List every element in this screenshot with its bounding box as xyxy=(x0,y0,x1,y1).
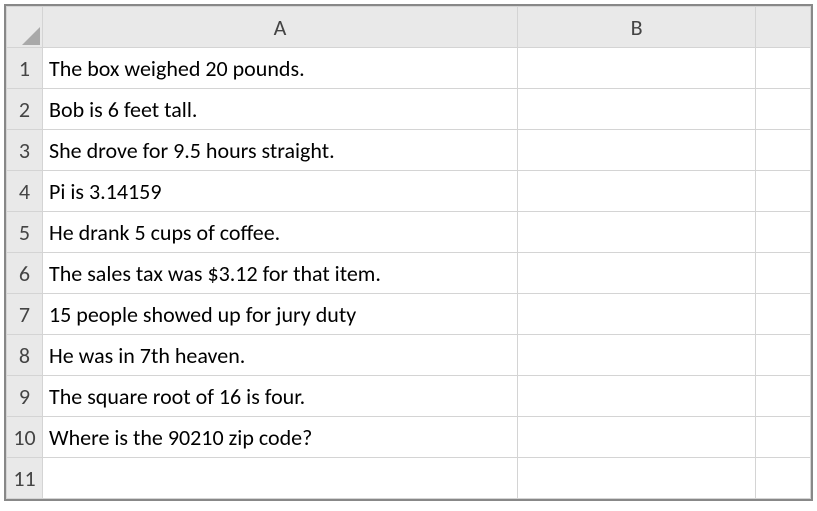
cell-A7[interactable]: 15 people showed up for jury duty xyxy=(43,294,518,335)
cell-C3[interactable] xyxy=(756,130,811,171)
cell-C1[interactable] xyxy=(756,48,811,89)
select-all-corner[interactable] xyxy=(7,7,43,48)
column-header-row: A B xyxy=(7,7,811,48)
table-row: 4 Pi is 3.14159 xyxy=(7,171,811,212)
cell-B6[interactable] xyxy=(517,253,755,294)
table-row: 6 The sales tax was $3.12 for that item. xyxy=(7,253,811,294)
row-header-8[interactable]: 8 xyxy=(7,335,43,376)
cell-A8[interactable]: He was in 7th heaven. xyxy=(43,335,518,376)
cell-C4[interactable] xyxy=(756,171,811,212)
table-row: 7 15 people showed up for jury duty xyxy=(7,294,811,335)
cell-C11[interactable] xyxy=(756,458,811,499)
cell-B2[interactable] xyxy=(517,89,755,130)
cell-A10[interactable]: Where is the 90210 zip code? xyxy=(43,417,518,458)
table-row: 1 The box weighed 20 pounds. xyxy=(7,48,811,89)
cell-C2[interactable] xyxy=(756,89,811,130)
cell-A5[interactable]: He drank 5 cups of coffee. xyxy=(43,212,518,253)
grid: A B 1 The box weighed 20 pounds. 2 Bob i… xyxy=(6,6,811,499)
cell-B4[interactable] xyxy=(517,171,755,212)
cell-C5[interactable] xyxy=(756,212,811,253)
cell-A2[interactable]: Bob is 6 feet tall. xyxy=(43,89,518,130)
table-row: 9 The square root of 16 is four. xyxy=(7,376,811,417)
cell-A6[interactable]: The sales tax was $3.12 for that item. xyxy=(43,253,518,294)
cell-B7[interactable] xyxy=(517,294,755,335)
cell-B5[interactable] xyxy=(517,212,755,253)
cell-C10[interactable] xyxy=(756,417,811,458)
table-row: 8 He was in 7th heaven. xyxy=(7,335,811,376)
row-header-1[interactable]: 1 xyxy=(7,48,43,89)
row-header-11[interactable]: 11 xyxy=(7,458,43,499)
row-header-9[interactable]: 9 xyxy=(7,376,43,417)
table-row: 11 xyxy=(7,458,811,499)
cell-B1[interactable] xyxy=(517,48,755,89)
cell-A11[interactable] xyxy=(43,458,518,499)
cell-B9[interactable] xyxy=(517,376,755,417)
row-header-2[interactable]: 2 xyxy=(7,89,43,130)
row-header-10[interactable]: 10 xyxy=(7,417,43,458)
cell-C8[interactable] xyxy=(756,335,811,376)
table-row: 5 He drank 5 cups of coffee. xyxy=(7,212,811,253)
cell-B3[interactable] xyxy=(517,130,755,171)
cell-C7[interactable] xyxy=(756,294,811,335)
row-header-7[interactable]: 7 xyxy=(7,294,43,335)
cell-B8[interactable] xyxy=(517,335,755,376)
spreadsheet: A B 1 The box weighed 20 pounds. 2 Bob i… xyxy=(4,4,813,501)
row-header-4[interactable]: 4 xyxy=(7,171,43,212)
row-header-3[interactable]: 3 xyxy=(7,130,43,171)
cell-A1[interactable]: The box weighed 20 pounds. xyxy=(43,48,518,89)
column-header-A[interactable]: A xyxy=(43,7,518,48)
column-header-B[interactable]: B xyxy=(517,7,755,48)
cell-A9[interactable]: The square root of 16 is four. xyxy=(43,376,518,417)
cell-C6[interactable] xyxy=(756,253,811,294)
cell-B11[interactable] xyxy=(517,458,755,499)
table-row: 10 Where is the 90210 zip code? xyxy=(7,417,811,458)
cell-A4[interactable]: Pi is 3.14159 xyxy=(43,171,518,212)
table-row: 3 She drove for 9.5 hours straight. xyxy=(7,130,811,171)
cell-B10[interactable] xyxy=(517,417,755,458)
cell-A3[interactable]: She drove for 9.5 hours straight. xyxy=(43,130,518,171)
grid-body: 1 The box weighed 20 pounds. 2 Bob is 6 … xyxy=(7,48,811,499)
row-header-6[interactable]: 6 xyxy=(7,253,43,294)
row-header-5[interactable]: 5 xyxy=(7,212,43,253)
table-row: 2 Bob is 6 feet tall. xyxy=(7,89,811,130)
cell-C9[interactable] xyxy=(756,376,811,417)
column-header-C[interactable] xyxy=(756,7,811,48)
select-all-triangle-icon xyxy=(22,27,40,45)
